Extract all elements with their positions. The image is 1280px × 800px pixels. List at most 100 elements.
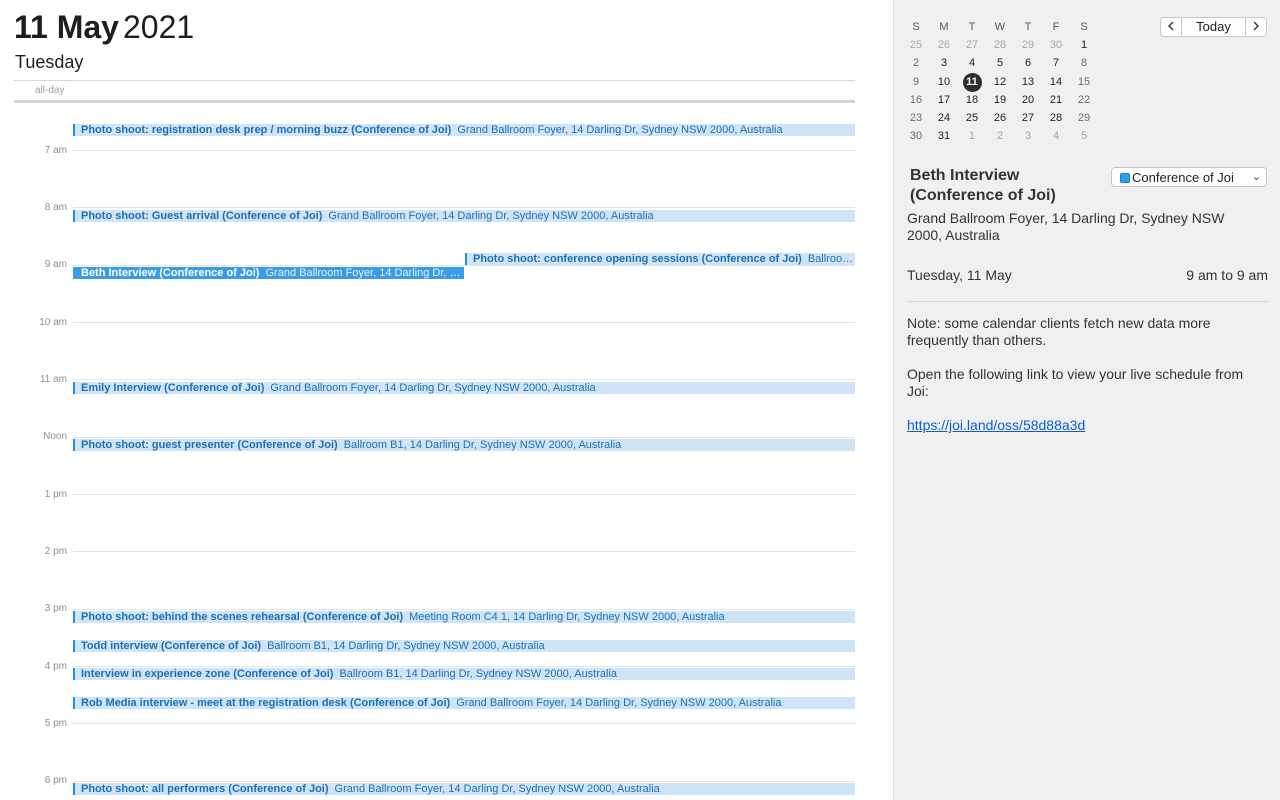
event-title: Interview in experience zone (Conference… <box>81 668 334 680</box>
mini-calendar-day[interactable]: 20 <box>1014 91 1042 109</box>
mini-calendar-day[interactable]: 28 <box>1042 109 1070 127</box>
event-location: Grand Ballroom Foyer, 14 Darling Dr, Syd… <box>334 783 660 795</box>
weekday-label: Tuesday <box>15 52 84 72</box>
previous-button[interactable] <box>1160 17 1182 37</box>
event-detail-title[interactable]: Beth Interview (Conference of Joi) <box>910 166 1110 206</box>
mini-calendar-day[interactable]: 8 <box>1070 54 1098 72</box>
mini-calendar-day[interactable]: 13 <box>1014 73 1042 91</box>
day-view: 11 May 2021 Tuesday all-day 7 am 8 am 9 a… <box>0 0 893 800</box>
event-detail-date[interactable]: Tuesday, 11 May <box>907 267 1012 283</box>
next-button[interactable] <box>1246 17 1267 37</box>
event-title: Beth Interview (Conference of Joi) <box>81 267 260 279</box>
notes-link-paragraph: https://joi.land/oss/58d88a3d <box>907 417 1247 434</box>
mini-calendar-day[interactable]: 27 <box>1014 109 1042 127</box>
mini-calendar-day[interactable]: 18 <box>958 91 986 109</box>
mini-calendar-day[interactable]: 5 <box>1070 127 1098 145</box>
event-location: Meeting Room C4 1, 14 Darling Dr, Sydney… <box>409 611 725 623</box>
hour-label: 3 pm <box>44 603 67 614</box>
mini-calendar-day[interactable]: 3 <box>1014 127 1042 145</box>
mini-calendar-day[interactable]: 24 <box>930 109 958 127</box>
event-detail-time[interactable]: 9 am to 9 am <box>1186 267 1268 283</box>
hour-label: 11 am <box>39 374 67 385</box>
event-title: Photo shoot: all performers (Conference … <box>81 783 329 795</box>
event-detail-location[interactable]: Grand Ballroom Foyer, 14 Darling Dr, Syd… <box>907 210 1247 244</box>
mini-calendar-day[interactable]: 30 <box>902 127 930 145</box>
mini-calendar-day[interactable]: 10 <box>930 73 958 91</box>
calendar-event[interactable]: Photo shoot: behind the scenes rehearsal… <box>73 611 855 623</box>
event-title: Photo shoot: conference opening sessions… <box>473 253 802 265</box>
event-location: Ballroom B1, 14 Darling Dr, Sydney NSW 2… <box>267 640 545 652</box>
mini-calendar-day[interactable]: 6 <box>1014 54 1042 72</box>
mini-calendar-day[interactable]: 4 <box>1042 127 1070 145</box>
date-title: 11 May 2021 <box>14 8 194 46</box>
mini-calendar-day[interactable]: 17 <box>930 91 958 109</box>
mini-calendar-week: 16 17 18 19 20 21 22 <box>902 91 1098 109</box>
mini-calendar-day[interactable]: 1 <box>1070 36 1098 54</box>
mini-calendar-day[interactable]: 16 <box>902 91 930 109</box>
mini-calendar-day[interactable]: 22 <box>1070 91 1098 109</box>
mini-calendar-day[interactable]: 28 <box>986 36 1014 54</box>
mini-calendar-day[interactable]: 29 <box>1014 36 1042 54</box>
schedule-link[interactable]: https://joi.land/oss/58d88a3d <box>907 417 1085 433</box>
mini-calendar-day[interactable]: 9 <box>902 73 930 91</box>
mini-calendar-week: 25 26 27 28 29 30 1 <box>902 36 1098 54</box>
event-title: Photo shoot: Guest arrival (Conference o… <box>81 210 323 222</box>
mini-calendar-day[interactable]: 7 <box>1042 54 1070 72</box>
mini-calendar-day[interactable]: 4 <box>958 54 986 72</box>
mini-calendar-day[interactable]: 14 <box>1042 73 1070 91</box>
calendar-event[interactable]: Photo shoot: all performers (Conference … <box>73 783 855 795</box>
weekday-header: S <box>1080 21 1088 33</box>
hour-line <box>73 494 855 495</box>
event-location: Grand Ballroom Foyer, 14 Darling Dr, Syd… <box>270 382 596 394</box>
detail-divider <box>907 301 1269 302</box>
mini-calendar-day[interactable]: 29 <box>1070 109 1098 127</box>
calendar-select[interactable]: Conference of Joi ⌄ <box>1111 167 1267 187</box>
calendar-select-value: Conference of Joi <box>1132 170 1234 185</box>
mini-calendar-day[interactable]: 30 <box>1042 36 1070 54</box>
chevron-right-icon <box>1253 21 1259 31</box>
hour-label: 1 pm <box>44 489 67 500</box>
calendar-event[interactable]: Photo shoot: registration desk prep / mo… <box>73 124 855 136</box>
allday-label: all-day <box>35 85 65 96</box>
hour-line <box>73 207 855 208</box>
mini-calendar-today[interactable]: 11 <box>958 72 986 92</box>
hour-label: 2 pm <box>44 546 67 557</box>
mini-calendar-day[interactable]: 26 <box>986 109 1014 127</box>
hour-line <box>73 609 855 610</box>
mini-calendar-day[interactable]: 23 <box>902 109 930 127</box>
mini-calendar-day[interactable]: 2 <box>986 127 1014 145</box>
calendar-event[interactable]: Todd interview (Conference of Joi) Ballro… <box>73 640 855 652</box>
mini-calendar-day[interactable]: 26 <box>930 36 958 54</box>
event-detail-notes[interactable]: Note: some calendar clients fetch new da… <box>907 315 1247 451</box>
mini-calendar-day[interactable]: 31 <box>930 127 958 145</box>
mini-calendar-day[interactable]: 5 <box>986 54 1014 72</box>
mini-calendar-day[interactable]: 15 <box>1070 73 1098 91</box>
mini-calendar-day[interactable]: 12 <box>986 73 1014 91</box>
event-location: Ballroom B1, 14 Darling Dr, Sydney NSW 2… <box>343 439 622 451</box>
weekday-header: T <box>1024 21 1032 33</box>
calendar-event[interactable]: Emily Interview (Conference of Joi) Grand… <box>73 382 855 394</box>
mini-calendar-day[interactable]: 25 <box>902 36 930 54</box>
hour-line <box>73 265 855 266</box>
calendar-event-selected[interactable]: Beth Interview (Conference of Joi) Grand … <box>73 267 464 279</box>
chevron-down-icon: ⌄ <box>1251 171 1261 183</box>
mini-calendar-day[interactable]: 1 <box>958 127 986 145</box>
event-title: Todd interview (Conference of Joi) <box>81 640 262 652</box>
inspector-sidebar: S M T W T F S 25 26 27 28 29 30 1 2 3 4 … <box>893 0 1280 800</box>
weekday-header: M <box>939 21 949 33</box>
mini-calendar-day[interactable]: 19 <box>986 91 1014 109</box>
calendar-event[interactable]: Photo shoot: conference opening sessions… <box>465 253 855 265</box>
mini-calendar-day[interactable]: 2 <box>902 54 930 72</box>
calendar-event[interactable]: Photo shoot: guest presenter (Conference… <box>73 439 855 451</box>
calendar-event[interactable]: Rob Media interview - meet at the regist… <box>73 697 855 709</box>
mini-calendar-day[interactable]: 25 <box>958 109 986 127</box>
calendar-event[interactable]: Photo shoot: Guest arrival (Conference o… <box>73 210 855 222</box>
hour-line <box>73 150 855 151</box>
calendar-event[interactable]: Interview in experience zone (Conference… <box>73 668 855 680</box>
today-marker: 11 <box>962 72 982 92</box>
today-button[interactable]: Today <box>1182 17 1246 37</box>
mini-calendar-day[interactable]: 27 <box>958 36 986 54</box>
mini-calendar-day[interactable]: 21 <box>1042 91 1070 109</box>
event-title: Emily Interview (Conference of Joi) <box>81 382 265 394</box>
mini-calendar-day[interactable]: 3 <box>930 54 958 72</box>
